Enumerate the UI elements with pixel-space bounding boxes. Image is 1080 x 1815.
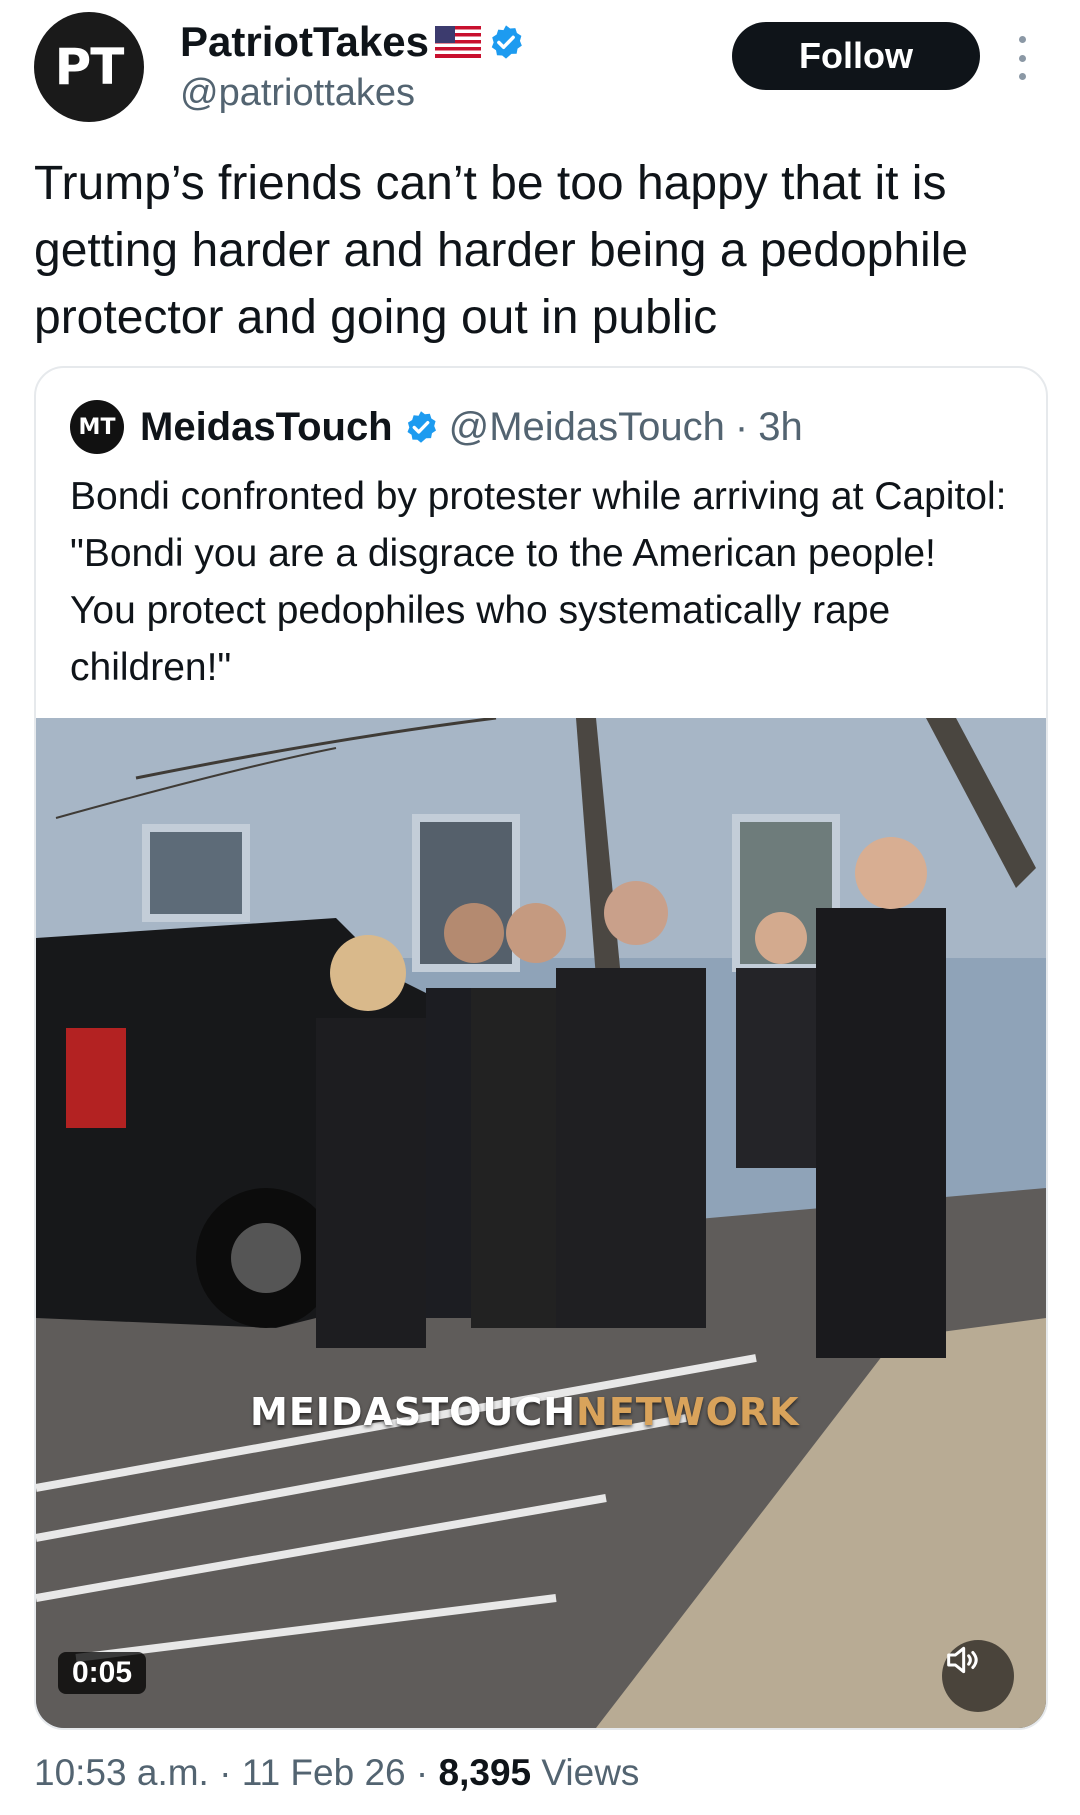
author-avatar[interactable]: PT <box>34 12 144 122</box>
speaker-icon <box>947 1646 978 1674</box>
quote-display-name[interactable]: MeidasTouch <box>140 405 393 450</box>
quote-handle[interactable]: @MeidasTouch <box>449 405 725 450</box>
video-frame <box>36 718 1046 1728</box>
quote-separator: · <box>734 404 749 449</box>
author-name-row: PatriotTakes <box>180 18 525 66</box>
verified-badge-icon <box>407 411 436 443</box>
tweet-meta: 10:53 a.m. · 11 Feb 26 · 8,395 Views <box>34 1752 640 1793</box>
author-display-name[interactable]: PatriotTakes <box>180 18 429 66</box>
video-watermark: MEIDASTOUCHNETWORK <box>250 1390 800 1434</box>
author-handle[interactable]: @patriottakes <box>180 72 415 115</box>
more-options-icon[interactable] <box>1010 36 1034 80</box>
quote-text: Bondi confronted by protester while arri… <box>70 475 1007 689</box>
video-duration-badge: 0:05 <box>58 1652 147 1694</box>
views-count: 8,395 <box>438 1752 532 1793</box>
tweet-time[interactable]: 10:53 a.m. <box>34 1752 209 1793</box>
quote-time: 3h <box>758 404 803 449</box>
quote-avatar[interactable]: MT <box>70 400 124 454</box>
quote-avatar-initials: MT <box>78 414 116 440</box>
quoted-tweet-card[interactable]: MT MeidasTouch @MeidasTouch · 3h Bondi c… <box>34 366 1048 1730</box>
views-label: Views <box>531 1752 640 1793</box>
avatar-initials: PT <box>54 38 125 96</box>
us-flag-icon <box>435 26 481 58</box>
tweet-date[interactable]: 11 Feb 26 <box>242 1752 406 1793</box>
quote-header: MT MeidasTouch @MeidasTouch · 3h <box>70 400 803 454</box>
follow-button[interactable]: Follow <box>732 22 980 90</box>
video-player[interactable]: MEIDASTOUCHNETWORK 0:05 <box>36 718 1046 1728</box>
verified-badge-icon <box>491 25 522 59</box>
tweet-text: Trump’s friends can’t be too happy that … <box>34 157 969 344</box>
mute-button[interactable] <box>942 1640 1014 1712</box>
